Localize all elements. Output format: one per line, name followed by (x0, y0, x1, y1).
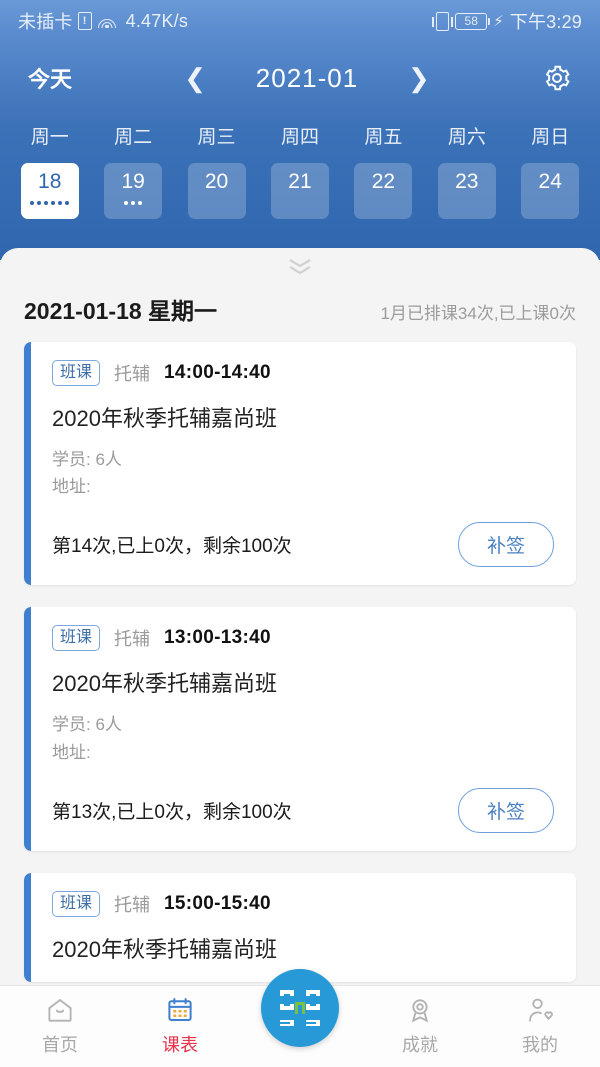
network-speed-label: 4.47K/s (125, 10, 189, 31)
lesson-card[interactable]: 班课 托辅 13:00-13:40 2020年秋季托辅嘉尚班学员: 6人 地址: 第13次… (24, 607, 576, 851)
tab-home-label: 首页 (42, 1035, 78, 1055)
lesson-title: 2020年秋季托辅嘉尚班 (52, 936, 277, 962)
lesson-subject-label: 托辅 (114, 364, 151, 384)
lesson-type-badge: 班课 (52, 890, 101, 917)
weekday-fri: 周五 (364, 127, 403, 148)
chevron-left-icon[interactable]: ❮ (184, 65, 206, 91)
day-number: 22 (371, 170, 396, 193)
lesson-meta: 学员: 6人 地址: (52, 711, 554, 765)
status-bar: 未插卡 4.47K/s 58 ⚡ 下午3:29 (0, 0, 600, 42)
lesson-meta: 学员: 6人 地址: (52, 446, 554, 500)
lesson-progress-label: 第13次,已上0次，剩余100次 (52, 801, 292, 823)
battery-level-label: 58 (464, 14, 478, 28)
lesson-card-footer: 第13次,已上0次，剩余100次 补签 (52, 787, 554, 833)
expand-calendar-handle[interactable] (0, 248, 600, 284)
day-cell-23[interactable]: 23 (437, 163, 496, 219)
lesson-list: 班课 托辅 14:00-14:40 2020年秋季托辅嘉尚班 学员: 6人 地址: 第14次… (0, 326, 600, 982)
bottom-nav: 首页 课表 成就 我的 (0, 969, 600, 1067)
sim-card-alert-icon (77, 12, 92, 30)
carrier-label: 未插卡 (18, 12, 73, 32)
weekday-row: 周一 周二 周三 周四 周五 周六 周日 (0, 122, 600, 149)
day-cell-22[interactable]: 22 (354, 163, 413, 219)
day-cell-19[interactable]: 19 (104, 163, 163, 219)
lesson-card[interactable]: 班课 托辅 14:00-14:40 2020年秋季托辅嘉尚班学员: 6人 地址: 第14次… (24, 342, 576, 586)
lesson-students-label: 学员: 6人 (52, 715, 122, 735)
lesson-subject-label: 托辅 (114, 629, 151, 650)
month-summary-label: 1月已排课34次,已上课0次 (380, 304, 576, 323)
selected-day-bar: 2021-01-18 星期一 1月已排课34次,已上课0次 (0, 284, 600, 326)
home-icon (45, 995, 75, 1025)
app-logo-icon[interactable] (261, 969, 339, 1047)
calendar-header: 未插卡 4.47K/s 58 ⚡ 下午3:29 今天 ❮ 2021-01 ❯ (0, 0, 600, 260)
battery-icon: 58 (455, 12, 491, 30)
day-number: 23 (455, 170, 479, 193)
tab-achievement[interactable]: 成就 (360, 995, 480, 1057)
lesson-card-header: 班课 托辅 13:00-13:40 (52, 625, 554, 652)
month-navigator: ❮ 2021-01 ❯ (72, 63, 542, 94)
day-number: 24 (538, 170, 562, 193)
tab-achievement-label: 成就 (402, 1035, 438, 1055)
clock-label: 下午3:29 (509, 12, 582, 32)
day-cell-20[interactable]: 20 (187, 163, 246, 219)
lesson-time-label: 15:00-15:40 (164, 892, 271, 914)
header-toolbar: 今天 ❮ 2021-01 ❯ (0, 42, 600, 114)
selected-date-label: 2021-01-18 星期一 (24, 298, 218, 324)
weekday-sat: 周六 (447, 127, 486, 148)
day-cell-24[interactable]: 24 (521, 163, 580, 219)
medal-icon (405, 995, 435, 1025)
lesson-title: 2020年秋季托辅嘉尚班 (52, 671, 277, 697)
weekday-sun: 周日 (531, 127, 570, 148)
lesson-dots (124, 201, 143, 205)
charging-bolt-icon: ⚡ (493, 12, 504, 30)
schedule-panel: 2021-01-18 星期一 1月已排课34次,已上课0次 班课 托辅 14:00-… (0, 248, 600, 985)
lesson-card[interactable]: 班课 托辅 15:00-15:40 2020年秋季托辅嘉尚班 (24, 872, 576, 982)
lesson-subject-label: 托辅 (114, 894, 151, 915)
lesson-address-label: 地址: (52, 742, 91, 762)
tab-schedule-label: 课表 (162, 1035, 198, 1055)
today-button[interactable]: 今天 (28, 62, 72, 94)
calendar-icon (165, 995, 195, 1025)
day-cell-row: 18 19 20 21 22 23 24 (0, 163, 600, 219)
lesson-card-header: 班课 托辅 14:00-14:40 (52, 360, 554, 386)
weekday-thu: 周四 (280, 127, 319, 148)
vibrate-icon (432, 11, 454, 31)
makeup-signin-button[interactable]: 补签 (457, 787, 554, 833)
gear-icon[interactable] (542, 63, 572, 93)
lesson-students-label: 学员: 6人 (52, 450, 122, 469)
day-number: 20 (204, 170, 229, 193)
lesson-title: 2020年秋季托辅嘉尚班 (52, 406, 277, 431)
weekday-wed: 周三 (197, 127, 236, 148)
lesson-card-footer: 第14次,已上0次，剩余100次 补签 (52, 522, 554, 568)
tab-mine-label: 我的 (522, 1035, 558, 1055)
wifi-icon (97, 13, 117, 29)
day-cell-21[interactable]: 21 (270, 163, 329, 219)
weekday-tue: 周二 (114, 127, 153, 148)
month-label[interactable]: 2021-01 (232, 63, 382, 94)
day-number: 18 (38, 170, 62, 193)
day-number: 19 (121, 170, 145, 193)
lesson-time-label: 13:00-13:40 (164, 627, 271, 649)
day-number: 21 (288, 170, 312, 193)
lesson-type-badge: 班课 (52, 360, 101, 386)
day-cell-18[interactable]: 18 (20, 163, 79, 219)
tab-mine[interactable]: 我的 (480, 995, 600, 1057)
lesson-card-header: 班课 托辅 15:00-15:40 (52, 890, 554, 917)
weekday-mon: 周一 (30, 127, 69, 148)
chevron-right-icon[interactable]: ❯ (408, 65, 430, 91)
makeup-signin-button[interactable]: 补签 (457, 522, 554, 568)
lesson-time-label: 14:00-14:40 (164, 362, 271, 383)
lesson-type-badge: 班课 (52, 625, 101, 652)
lesson-progress-label: 第14次,已上0次，剩余100次 (52, 536, 292, 558)
tab-home[interactable]: 首页 (0, 995, 120, 1057)
tab-schedule[interactable]: 课表 (120, 995, 240, 1057)
lesson-dots (30, 201, 70, 205)
lesson-address-label: 地址: (52, 477, 91, 497)
person-heart-icon (525, 995, 555, 1025)
chevron-double-down-icon (289, 259, 311, 275)
